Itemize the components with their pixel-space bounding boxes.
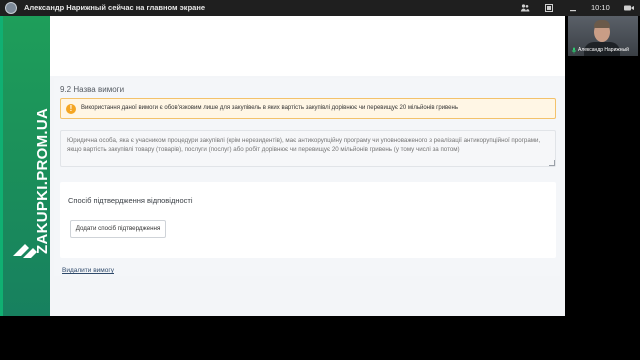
brand-sidebar: ZAKUPKI.PROM.UA [0, 16, 51, 316]
presenter-title: Александр Нарижный сейчас на главном экр… [24, 3, 206, 12]
requirement-description-field[interactable] [60, 130, 556, 167]
confirmation-method-label: Спосіб підтвердження відповідності [68, 196, 193, 205]
fullscreen-icon[interactable] [544, 3, 554, 13]
warning-icon: ! [66, 104, 76, 114]
participant-video-panel: Александр Нарижный [565, 16, 640, 316]
microphone-icon [571, 47, 577, 56]
minimize-icon[interactable] [568, 3, 578, 13]
main-content: 9.2 Назва вимоги ! Використання даної ви… [50, 16, 565, 316]
delete-requirement-link[interactable]: Видалити вимогу [62, 267, 114, 274]
warning-text: Використання даної вимоги є обов'язковим… [81, 105, 458, 111]
people-icon[interactable] [520, 3, 530, 13]
video-camera-icon[interactable] [623, 2, 635, 14]
meeting-top-bar: Александр Нарижный сейчас на главном экр… [0, 0, 640, 16]
confirmation-method-panel: Спосіб підтвердження відповідності Додат… [60, 182, 556, 258]
presenter-avatar [5, 2, 17, 14]
brand-logo-icon [13, 244, 37, 258]
bottom-letterbox [0, 316, 640, 360]
participant-hair [594, 20, 610, 28]
top-panel [50, 16, 565, 76]
participant-name: Александр Нарижный [578, 47, 629, 53]
warning-alert: ! Використання даної вимоги є обов'язков… [60, 98, 556, 119]
requirement-title: 9.2 Назва вимоги [60, 85, 125, 94]
requirement-card: 9.2 Назва вимоги ! Використання даної ви… [54, 78, 560, 276]
participant-tile[interactable]: Александр Нарижный [568, 16, 638, 56]
clock: 10:10 [591, 3, 610, 12]
add-confirmation-button[interactable]: Додати спосіб підтвердження [70, 220, 166, 238]
brand-accent-strip [0, 16, 3, 316]
brand-wordmark: ZAKUPKI.PROM.UA [34, 107, 51, 254]
resize-handle-icon[interactable] [549, 160, 555, 166]
